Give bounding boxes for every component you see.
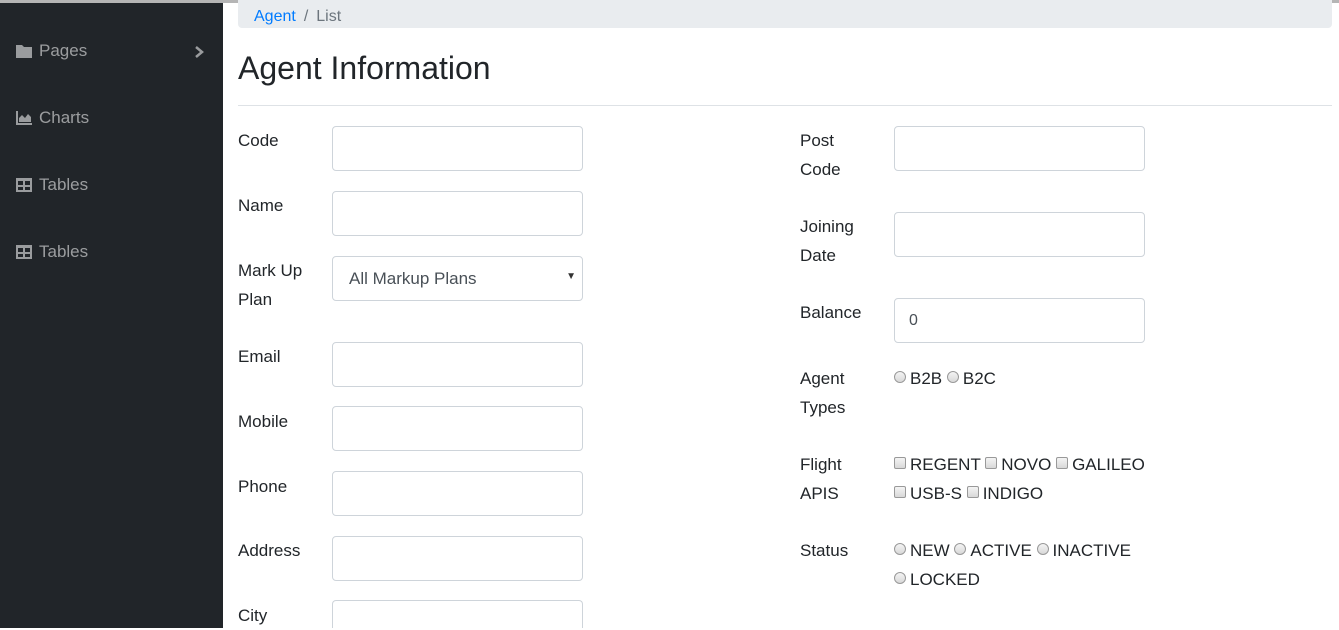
status-group: NEW ACTIVE INACTIVE LOCKED	[894, 536, 1146, 594]
status-label: Status	[800, 541, 849, 560]
post-code-label-line2: Code	[800, 160, 841, 179]
status-option-label: NEW	[910, 541, 950, 560]
sidebar-item-pages[interactable]: Pages	[16, 41, 87, 61]
joining-date-label-line2: Date	[800, 246, 836, 265]
phone-label: Phone	[238, 477, 288, 496]
flight-api-option[interactable]: INDIGO	[966, 484, 1044, 503]
caret-down-icon: ▼	[566, 271, 576, 282]
flight-apis-label-line2: APIS	[800, 484, 839, 503]
sidebar-item-label: Charts	[39, 108, 90, 127]
city-label: City	[238, 606, 268, 625]
checkbox[interactable]	[985, 457, 998, 469]
flight-api-option-label: NOVO	[1001, 455, 1052, 474]
agent-type-option[interactable]: B2B	[894, 369, 942, 388]
radio-button[interactable]	[894, 371, 906, 383]
sidebar-item-label: Pages	[39, 41, 88, 60]
sidebar-item-tables[interactable]: Tables	[16, 175, 88, 195]
breadcrumb-separator: /	[303, 8, 309, 25]
breadcrumb-current: List	[316, 8, 342, 25]
checkbox[interactable]	[894, 486, 906, 498]
balance-input[interactable]	[894, 298, 1145, 343]
agent-types-group: B2B B2C	[894, 364, 1146, 393]
flight-api-option[interactable]: USB-S	[894, 484, 962, 503]
status-option[interactable]: ACTIVE	[954, 541, 1032, 560]
table-icon	[16, 245, 32, 259]
checkbox[interactable]	[966, 486, 979, 498]
checkbox[interactable]	[1056, 457, 1069, 469]
name-label: Name	[238, 196, 284, 215]
joining-date-label: Joining Date	[800, 212, 854, 270]
status-option-label: INACTIVE	[1052, 541, 1131, 560]
radio-button[interactable]	[946, 371, 959, 383]
folder-icon	[16, 44, 32, 58]
markup-plan-selected: All Markup Plans	[349, 268, 477, 288]
flight-api-option[interactable]: REGENT	[894, 455, 981, 474]
post-code-input[interactable]	[894, 126, 1145, 171]
sidebar-item-tables-2[interactable]: Tables	[16, 242, 88, 262]
flight-api-option-label: USB-S	[910, 484, 962, 503]
markup-plan-label-line2: Plan	[238, 290, 273, 309]
area-chart-icon	[16, 111, 32, 125]
flight-apis-label: Flight APIS	[800, 450, 842, 508]
breadcrumb: Agent / List	[238, 0, 1332, 28]
agent-types-label-line2: Types	[800, 398, 846, 417]
post-code-label: Post Code	[800, 126, 841, 184]
page-title: Agent Information	[238, 50, 491, 86]
radio-button[interactable]	[894, 543, 906, 555]
markup-plan-label-line1: Mark Up	[238, 261, 303, 280]
chevron-right-icon[interactable]	[193, 45, 205, 59]
city-input[interactable]	[332, 600, 583, 628]
agent-types-label: Agent Types	[800, 364, 845, 422]
sidebar-item-label: Tables	[39, 242, 89, 261]
agent-type-option[interactable]: B2C	[946, 369, 996, 388]
status-option-label: ACTIVE	[970, 541, 1032, 560]
email-label: Email	[238, 347, 281, 366]
table-icon	[16, 178, 32, 192]
sidebar-item-label: Tables	[39, 175, 89, 194]
flight-api-option-label: INDIGO	[982, 484, 1044, 503]
agent-types-label-line1: Agent	[800, 369, 845, 388]
sidebar: Pages Charts Tables Tables	[0, 3, 223, 628]
name-input[interactable]	[332, 191, 583, 236]
code-label: Code	[238, 131, 279, 150]
joining-date-input[interactable]	[894, 212, 1145, 257]
address-input[interactable]	[332, 536, 583, 581]
checkbox[interactable]	[894, 457, 906, 469]
radio-button[interactable]	[954, 543, 967, 555]
status-option[interactable]: LOCKED	[894, 570, 980, 589]
radio-button[interactable]	[1036, 543, 1049, 555]
agent-type-option-label: B2C	[962, 369, 996, 388]
post-code-label-line1: Post	[800, 131, 835, 150]
status-option[interactable]: NEW	[894, 541, 950, 560]
status-option[interactable]: INACTIVE	[1036, 541, 1131, 560]
markup-plan-label: Mark Up Plan	[238, 256, 302, 314]
flight-api-option-label: REGENT	[910, 455, 981, 474]
flight-api-option-label: GALILEO	[1072, 455, 1145, 474]
joining-date-label-line1: Joining	[800, 217, 854, 236]
divider	[238, 105, 1332, 106]
markup-plan-select[interactable]: All Markup Plans ▼	[332, 256, 583, 301]
radio-button[interactable]	[894, 572, 906, 584]
breadcrumb-link-agent[interactable]: Agent	[254, 6, 296, 28]
flight-api-option[interactable]: NOVO	[985, 455, 1051, 474]
flight-apis-group: REGENT NOVO GALILEO USB-S INDIGO	[894, 450, 1146, 508]
agent-type-option-label: B2B	[910, 369, 943, 388]
address-label: Address	[238, 541, 301, 560]
code-input[interactable]	[332, 126, 583, 171]
mobile-input[interactable]	[332, 406, 583, 451]
balance-label: Balance	[800, 303, 862, 322]
email-input[interactable]	[332, 342, 583, 387]
flight-apis-label-line1: Flight	[800, 455, 842, 474]
mobile-label: Mobile	[238, 412, 289, 431]
phone-input[interactable]	[332, 471, 583, 516]
status-option-label: LOCKED	[910, 570, 980, 589]
sidebar-item-charts[interactable]: Charts	[16, 108, 89, 128]
flight-api-option[interactable]: GALILEO	[1056, 455, 1145, 474]
